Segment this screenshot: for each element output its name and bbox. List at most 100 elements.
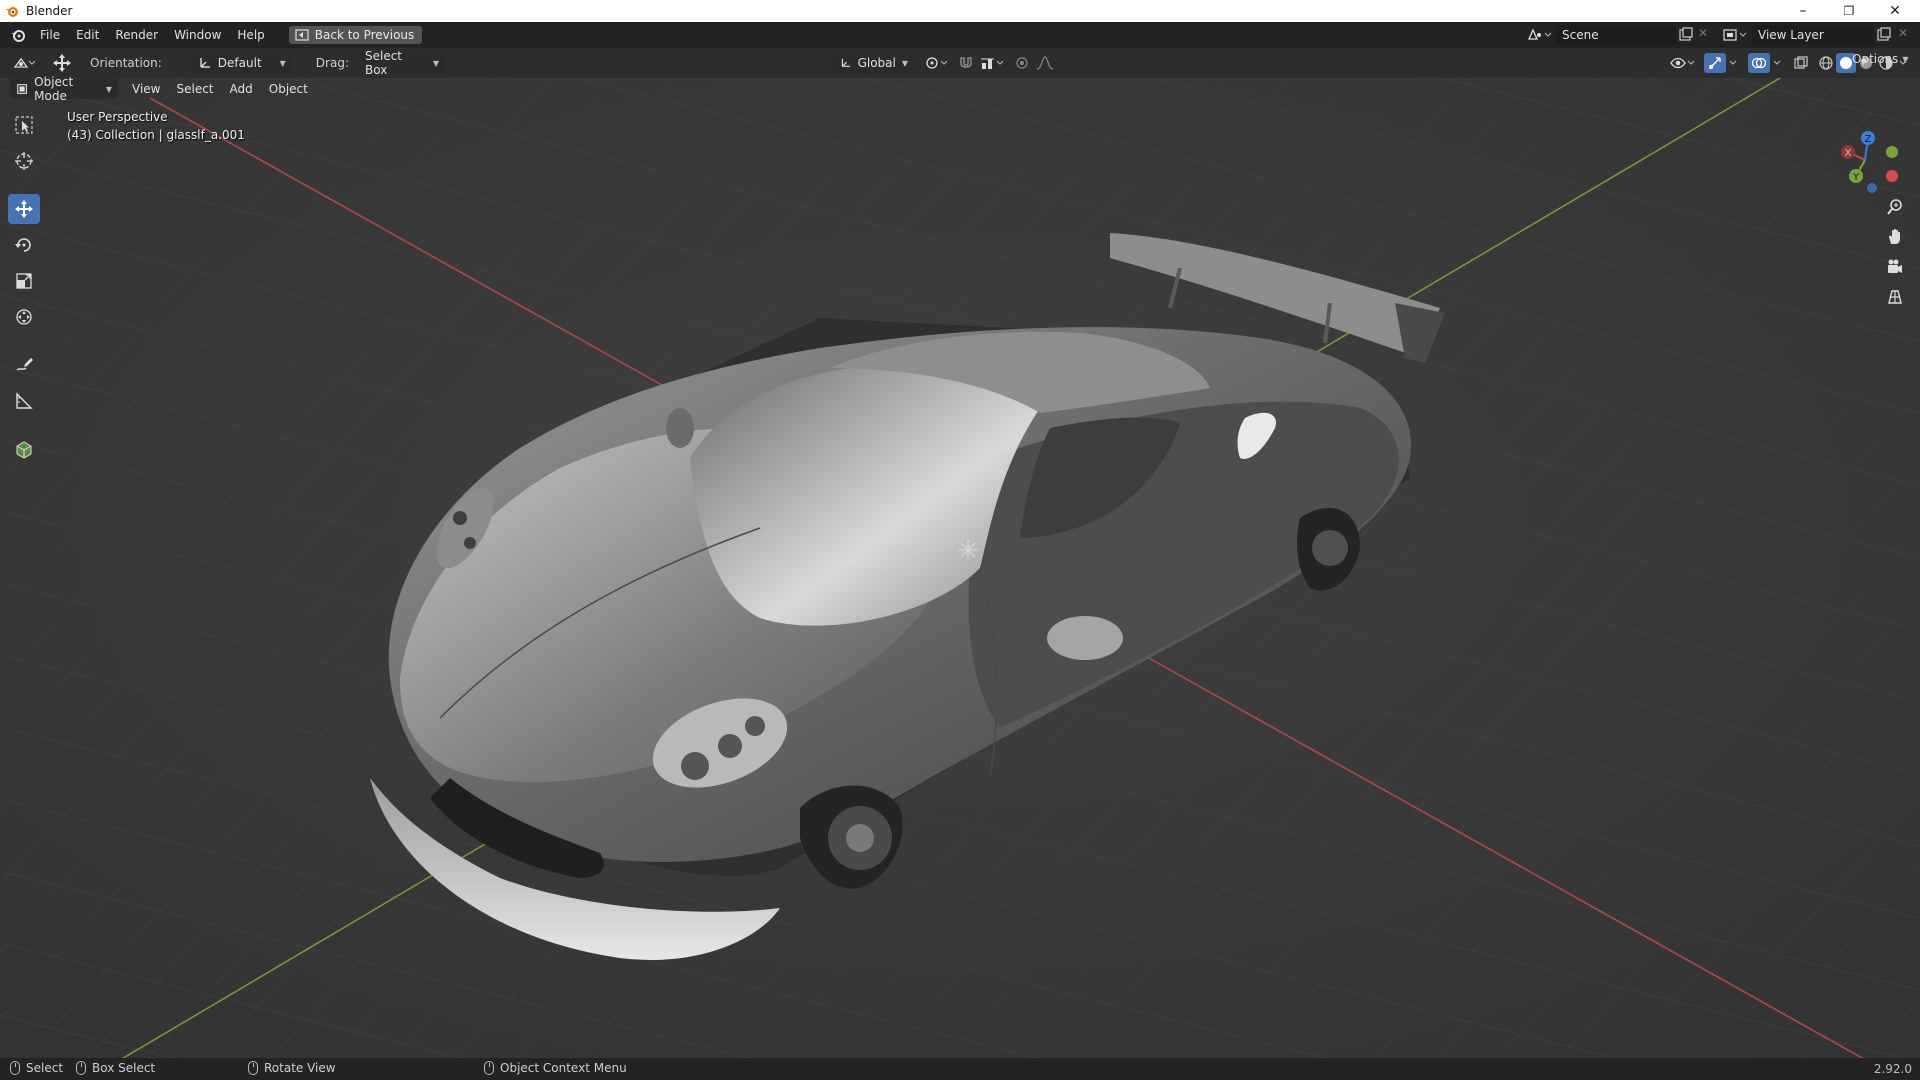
- view-layer-field[interactable]: View Layer: [1752, 25, 1874, 45]
- global-axes-icon: [841, 58, 850, 67]
- gizmo-toggle-icon[interactable]: [1704, 53, 1726, 73]
- view-name-label: User Perspective: [67, 110, 168, 124]
- visibility-eye-icon[interactable]: [1668, 53, 1698, 73]
- wireframe-shading-icon[interactable]: [1816, 53, 1836, 73]
- rotate-tool-icon[interactable]: [8, 230, 40, 260]
- delete-view-layer-icon[interactable]: ✕: [1898, 26, 1908, 40]
- orientation-label: Orientation:: [90, 56, 162, 70]
- chevron-down-icon[interactable]: [1726, 53, 1740, 73]
- options-dropdown[interactable]: Options ▼: [1852, 52, 1908, 66]
- orientation-value: Default: [217, 56, 262, 70]
- chevron-down-icon: ▼: [105, 84, 112, 94]
- transform-tool-icon[interactable]: [8, 302, 40, 332]
- back-to-previous-button[interactable]: Back to Previous: [288, 26, 423, 44]
- view-layer-name: View Layer: [1758, 28, 1824, 42]
- drag-dropdown[interactable]: Select Box ▼: [358, 49, 445, 77]
- status-rotate-view: Rotate View: [248, 1061, 336, 1075]
- annotate-tool-icon[interactable]: [8, 350, 40, 380]
- screen-back-icon: [295, 29, 309, 41]
- version-label: 2.92.0: [1873, 1062, 1912, 1076]
- menu-view[interactable]: View: [124, 79, 168, 99]
- status-box-select: Box Select: [76, 1061, 155, 1075]
- blender-menu-icon[interactable]: [10, 27, 26, 43]
- status-box-select-label: Box Select: [92, 1061, 156, 1075]
- snap-target-icon[interactable]: [978, 53, 1008, 73]
- menu-render[interactable]: Render: [107, 25, 166, 45]
- mouse-drag-icon: [76, 1061, 86, 1075]
- transform-orientation-value: Global: [857, 56, 896, 70]
- add-cube-tool-icon[interactable]: [8, 434, 40, 464]
- 3d-viewport[interactable]: User Perspective (43) Collection | glass…: [0, 78, 1920, 1060]
- menu-select[interactable]: Select: [168, 79, 221, 99]
- mouse-middle-icon: [248, 1061, 258, 1075]
- chevron-down-icon: ▼: [901, 58, 908, 68]
- status-rotate-view-label: Rotate View: [264, 1061, 336, 1075]
- blender-logo-icon: [5, 7, 18, 17]
- collection-info-label: (43) Collection | glasslf_a.001: [67, 128, 245, 142]
- menu-window[interactable]: Window: [166, 25, 229, 45]
- view-layer-selector-icon[interactable]: [1722, 27, 1748, 43]
- top-menubar: File Edit Render Window Help Back to Pre…: [0, 22, 1920, 48]
- pan-hand-icon[interactable]: [1882, 224, 1908, 250]
- viewport-header: Orientation: Default ▼ Drag: Select Box …: [0, 48, 1920, 78]
- gizmo-x-label: X: [1845, 148, 1852, 159]
- orientation-axes-icon: [200, 58, 210, 68]
- move-tool-icon[interactable]: [8, 194, 40, 224]
- gizmo-x-positive: [1886, 170, 1898, 182]
- viewport-subheader: Object Mode ▼ View Select Add Object: [0, 75, 1920, 103]
- snap-magnet-icon[interactable]: [956, 53, 976, 73]
- status-context-menu: Object Context Menu: [484, 1061, 627, 1075]
- menu-edit[interactable]: Edit: [68, 25, 107, 45]
- select-box-tool-icon[interactable]: [8, 110, 40, 140]
- options-label: Options: [1852, 52, 1899, 66]
- menu-add[interactable]: Add: [222, 79, 261, 99]
- menu-help[interactable]: Help: [229, 25, 272, 45]
- gizmo-z-label: Z: [1865, 134, 1872, 145]
- chevron-down-icon: ▼: [1902, 54, 1909, 64]
- back-to-previous-label: Back to Previous: [314, 28, 415, 42]
- chevron-down-icon: ▼: [279, 58, 286, 68]
- camera-view-icon[interactable]: [1882, 254, 1908, 280]
- mouse-left-icon: [10, 1061, 20, 1075]
- object-mode-icon: [17, 84, 27, 94]
- measure-tool-icon[interactable]: [8, 386, 40, 416]
- proportional-editing-icon[interactable]: [1012, 53, 1032, 73]
- minimize-button[interactable]: –: [1780, 0, 1826, 22]
- chevron-down-icon[interactable]: [1770, 53, 1784, 73]
- zoom-icon[interactable]: [1882, 194, 1908, 220]
- cursor-tool-icon[interactable]: [8, 146, 40, 176]
- new-scene-icon[interactable]: [1678, 27, 1694, 43]
- pivot-point-icon[interactable]: [922, 53, 952, 73]
- transform-orientation-dropdown[interactable]: Global ▼: [834, 53, 914, 73]
- status-context-menu-label: Object Context Menu: [500, 1061, 627, 1075]
- scale-tool-icon[interactable]: [8, 266, 40, 296]
- window-title: Blender: [26, 4, 73, 18]
- navigation-gizmo[interactable]: X Y Z: [1830, 116, 1910, 196]
- xray-toggle-icon[interactable]: [1790, 53, 1812, 73]
- new-view-layer-icon[interactable]: [1876, 27, 1892, 43]
- scene-name: Scene: [1562, 28, 1599, 42]
- ortho-grid-icon[interactable]: [1882, 284, 1908, 310]
- drag-value: Select Box: [364, 49, 403, 77]
- maximize-button[interactable]: ❐: [1826, 0, 1872, 22]
- menu-object[interactable]: Object: [261, 79, 316, 99]
- chevron-down-icon: ▼: [432, 58, 439, 68]
- status-select-label: Select: [26, 1061, 64, 1075]
- scene-selector-icon[interactable]: [1526, 27, 1552, 43]
- menu-file[interactable]: File: [32, 25, 68, 45]
- delete-scene-icon[interactable]: ✕: [1698, 26, 1708, 40]
- status-select: Select: [10, 1061, 63, 1075]
- gizmo-z-negative: [1867, 183, 1877, 193]
- orientation-dropdown[interactable]: Default ▼: [191, 53, 292, 73]
- editor-type-icon[interactable]: [10, 53, 40, 73]
- tool-shelf: [8, 110, 48, 464]
- transform-move-icon[interactable]: [48, 53, 76, 73]
- status-bar: Select Box Select Rotate View Object Con…: [0, 1058, 1920, 1080]
- gizmo-y-label: Y: [1852, 172, 1860, 183]
- close-button[interactable]: ✕: [1872, 0, 1918, 22]
- viewport-scene: [0, 78, 1920, 1060]
- falloff-curve-icon[interactable]: [1034, 53, 1056, 73]
- overlays-toggle-icon[interactable]: [1748, 53, 1770, 73]
- scene-name-field[interactable]: Scene: [1556, 25, 1676, 45]
- object-mode-dropdown[interactable]: Object Mode ▼: [10, 75, 118, 103]
